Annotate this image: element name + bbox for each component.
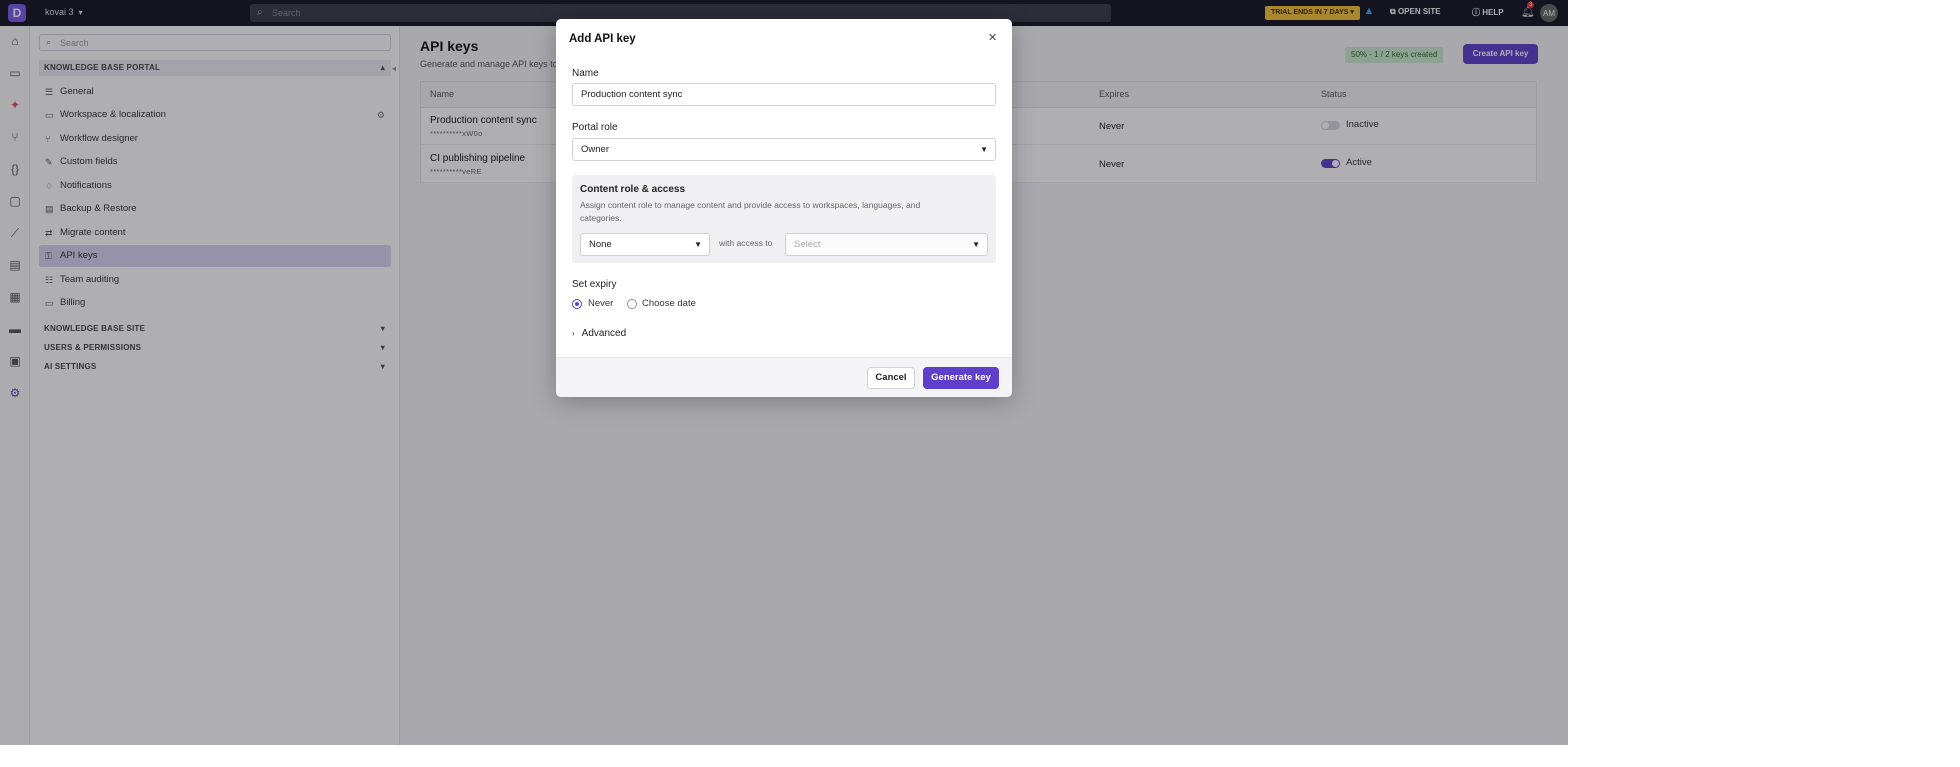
portal-role-select[interactable]: Owner ▼ bbox=[572, 138, 996, 161]
set-expiry-label: Set expiry bbox=[572, 279, 617, 290]
expiry-choose-date-radio[interactable] bbox=[627, 299, 637, 309]
content-role-access-section: Content role & access Assign content rol… bbox=[572, 175, 996, 263]
expiry-never-label: Never bbox=[588, 298, 614, 309]
access-select[interactable]: Select ▼ bbox=[785, 233, 988, 256]
dialog-title: Add API key bbox=[569, 33, 636, 45]
close-icon[interactable]: ✕ bbox=[988, 31, 997, 44]
advanced-toggle[interactable]: › Advanced bbox=[572, 328, 626, 339]
content-role-description: Assign content role to manage content an… bbox=[580, 200, 921, 223]
cancel-button[interactable]: Cancel bbox=[867, 367, 915, 389]
advanced-label: Advanced bbox=[581, 328, 627, 339]
chevron-right-icon: › bbox=[572, 329, 575, 338]
portal-role-label: Portal role bbox=[572, 122, 618, 133]
content-role-select[interactable]: None ▼ bbox=[580, 233, 710, 256]
content-role-title: Content role & access bbox=[580, 184, 686, 195]
generate-key-button[interactable]: Generate key bbox=[923, 367, 999, 389]
chevron-down-icon: ▼ bbox=[972, 240, 980, 249]
portal-role-value: Owner bbox=[581, 144, 609, 155]
chevron-down-icon: ▼ bbox=[980, 145, 988, 154]
dialog-footer: Cancel Generate key bbox=[556, 357, 1012, 397]
add-api-key-dialog: Add API key ✕ Name Production content sy… bbox=[556, 19, 1012, 397]
name-label: Name bbox=[572, 68, 599, 79]
app-window: D kovai 3 ▾ ⌕ Search TRIAL ENDS IN 7 DAYS… bbox=[0, 0, 1568, 745]
with-access-to-label: with access to bbox=[719, 238, 773, 248]
content-role-value: None bbox=[589, 239, 612, 250]
access-select-placeholder: Select bbox=[794, 239, 821, 250]
chevron-down-icon: ▼ bbox=[694, 240, 702, 249]
expiry-never-radio[interactable] bbox=[572, 299, 582, 309]
expiry-choose-date-label: Choose date bbox=[642, 298, 696, 309]
name-input[interactable]: Production content sync bbox=[572, 83, 996, 106]
